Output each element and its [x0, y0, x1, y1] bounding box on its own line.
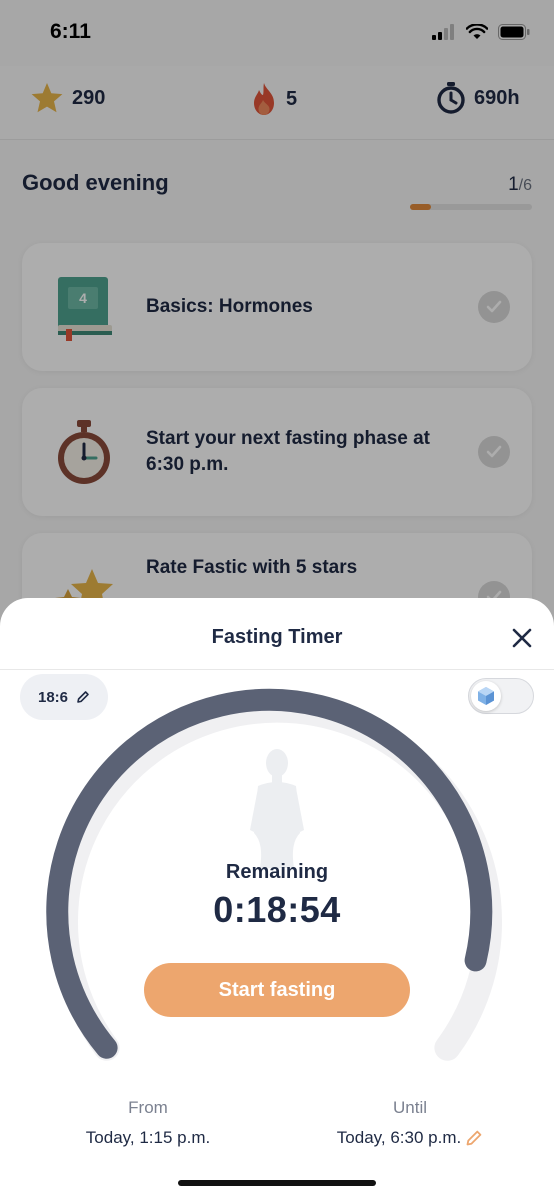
fasting-timer-sheet: Fasting Timer 18:6 Remaining 0:18:54 Sta… [0, 598, 554, 1200]
toggle-knob [471, 681, 501, 711]
pencil-icon[interactable] [465, 1129, 483, 1147]
timer-mode-toggle[interactable] [468, 678, 534, 714]
close-button[interactable] [508, 624, 536, 652]
close-icon [512, 628, 532, 648]
until-value: Today, 6:30 p.m. [336, 1128, 462, 1147]
fasting-start-time[interactable]: From Today, 1:15 p.m. [60, 1098, 236, 1148]
start-fasting-button[interactable]: Start fasting [144, 963, 410, 1017]
fasting-plan-label: 18:6 [37, 688, 69, 706]
from-label: From [128, 1098, 168, 1117]
home-indicator [178, 1180, 376, 1186]
body-silhouette-icon [250, 749, 304, 868]
remaining-time: 0:18:54 [213, 889, 341, 930]
from-value: Today, 1:15 p.m. [85, 1128, 211, 1147]
sheet-title: Fasting Timer [211, 626, 343, 648]
cube-icon [478, 687, 494, 705]
fasting-end-time[interactable]: Until Today, 6:30 p.m. [310, 1098, 510, 1148]
fasting-plan-chip[interactable]: 18:6 [20, 674, 108, 720]
remaining-label: Remaining [225, 861, 329, 883]
pencil-icon [77, 691, 89, 703]
until-label: Until [392, 1098, 427, 1117]
